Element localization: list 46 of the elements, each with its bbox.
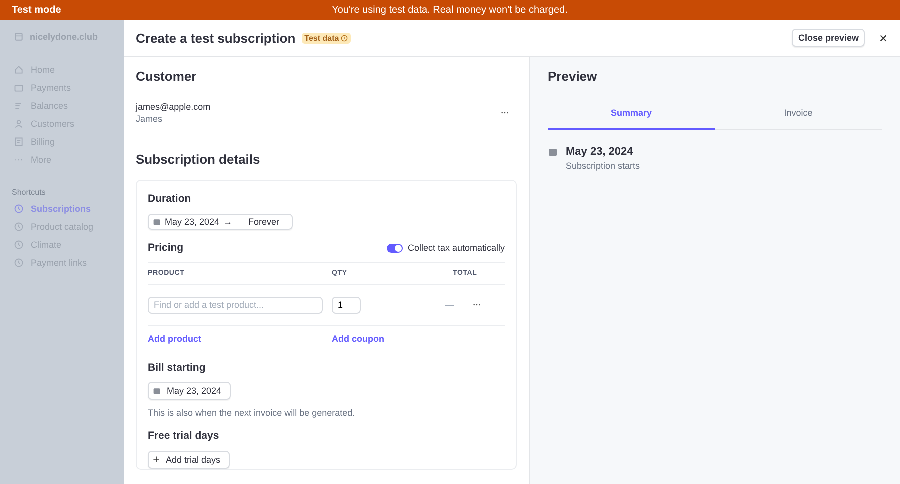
product-search-field[interactable]: Find or add a test product... bbox=[148, 296, 323, 314]
home-icon bbox=[14, 65, 24, 75]
sidebar-item[interactable]: Subscriptions bbox=[14, 203, 124, 215]
start-date: May 23, 2024 bbox=[566, 146, 634, 158]
test-mode-message: You're using test data. Real money won't be charged. bbox=[332, 4, 568, 16]
add-coupon-link[interactable]: Add coupon bbox=[332, 334, 384, 344]
duration-label: Duration bbox=[148, 193, 192, 205]
list-icon bbox=[14, 101, 24, 111]
modal-title: Create a test subscription bbox=[136, 30, 296, 46]
free-trial-label: Free trial days bbox=[148, 430, 220, 442]
wallet-icon bbox=[14, 83, 24, 93]
collect-tax-label: Collect tax automatically bbox=[408, 243, 505, 253]
preview-tab[interactable]: Summary bbox=[548, 100, 715, 130]
clock-icon bbox=[14, 204, 24, 214]
test-mode-label: Test mode bbox=[11, 4, 62, 16]
clock-icon bbox=[14, 222, 24, 232]
store-icon bbox=[14, 32, 24, 42]
more-icon[interactable] bbox=[501, 111, 509, 115]
add-trial-days-button[interactable]: Add trial days bbox=[148, 450, 230, 468]
clock-icon bbox=[14, 258, 24, 268]
total-cell-text: — bbox=[445, 300, 455, 310]
person-icon bbox=[14, 119, 24, 129]
preview-heading: Preview bbox=[548, 69, 598, 84]
document-icon bbox=[14, 137, 24, 147]
start-caption: Subscription starts bbox=[566, 161, 640, 171]
more-icon[interactable] bbox=[473, 303, 481, 307]
quantity-field[interactable]: 1 bbox=[332, 296, 361, 314]
bill-date-button[interactable]: May 23, 2024 bbox=[148, 382, 231, 400]
preview-tab[interactable]: Invoice bbox=[715, 100, 882, 130]
info-icon bbox=[341, 34, 348, 42]
customer-email: james@apple.com bbox=[136, 102, 211, 112]
shortcuts-heading: Shortcuts bbox=[12, 188, 47, 197]
customer-heading: Customer bbox=[136, 69, 198, 84]
subscription-details-heading: Subscription details bbox=[136, 152, 262, 167]
close-icon[interactable] bbox=[879, 34, 888, 42]
duration-field[interactable]: May 23, 2024 → Forever bbox=[148, 214, 293, 230]
bill-hint: This is also when the next invoice will be generated. bbox=[148, 408, 356, 418]
customer-name: James bbox=[136, 114, 164, 124]
bill-starting-label: Bill starting bbox=[148, 362, 207, 374]
test-data-badge: Test data bbox=[302, 32, 352, 44]
toggle-switch[interactable] bbox=[386, 244, 403, 252]
plus-icon bbox=[153, 456, 160, 463]
clock-icon bbox=[14, 240, 24, 250]
pricing-label: Pricing bbox=[148, 242, 184, 254]
add-product-link[interactable]: Add product bbox=[148, 334, 332, 344]
close-preview-button[interactable]: Close preview bbox=[792, 29, 865, 47]
